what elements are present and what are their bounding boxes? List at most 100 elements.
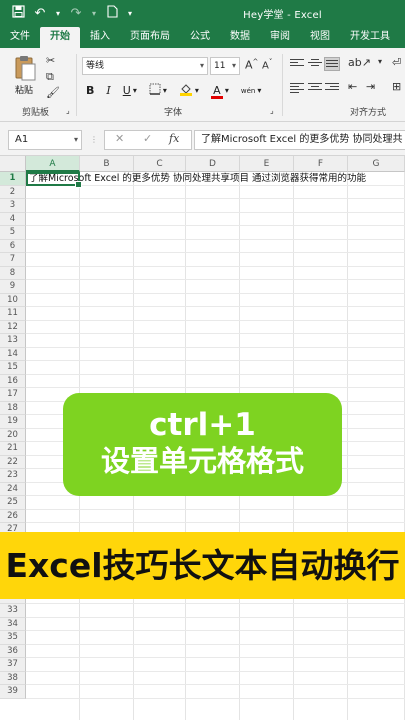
paste-icon[interactable] [14, 54, 36, 82]
merge-center-icon[interactable]: ⊞ [392, 80, 401, 93]
row-header-24[interactable]: 24 [0, 482, 26, 496]
insert-function-icon[interactable]: fx [169, 132, 179, 145]
row-header-15[interactable]: 15 [0, 361, 26, 375]
customize-toolbar-icon[interactable]: ▾ [126, 9, 134, 18]
grow-font-icon[interactable]: A^ [245, 58, 258, 72]
align-left-icon[interactable] [289, 81, 305, 95]
row-header-35[interactable]: 35 [0, 631, 26, 645]
fill-color-dropdown-icon[interactable]: ▾ [195, 86, 199, 95]
wrap-text-icon[interactable]: ⏎ [392, 56, 401, 69]
row-header-9[interactable]: 9 [0, 280, 26, 294]
row-header-25[interactable]: 25 [0, 496, 26, 510]
name-box[interactable]: A1 ▾ [8, 130, 82, 150]
row-header-11[interactable]: 11 [0, 307, 26, 321]
enter-icon[interactable]: ✓ [143, 132, 152, 145]
active-cell-a1[interactable] [26, 172, 82, 188]
decrease-indent-icon[interactable]: ⇤ [348, 80, 357, 93]
increase-indent-icon[interactable]: ⇥ [366, 80, 375, 93]
row-header-6[interactable]: 6 [0, 239, 26, 253]
row-header-4[interactable]: 4 [0, 212, 26, 226]
bold-button[interactable]: B [86, 84, 94, 97]
copy-icon[interactable]: ⧉ [46, 70, 54, 84]
cancel-icon[interactable]: ✕ [115, 132, 124, 145]
tab-review[interactable]: 审阅 [260, 31, 300, 48]
row-header-20[interactable]: 20 [0, 428, 26, 442]
column-header-f[interactable]: F [294, 156, 348, 172]
column-header-c[interactable]: C [134, 156, 186, 172]
row-header-13[interactable]: 13 [0, 334, 26, 348]
fill-color-icon[interactable] [179, 82, 193, 99]
borders-dropdown-icon[interactable]: ▾ [163, 86, 167, 95]
row-header-22[interactable]: 22 [0, 455, 26, 469]
italic-button[interactable]: I [106, 84, 110, 97]
tab-file[interactable]: 文件 [0, 31, 40, 48]
tab-data[interactable]: 数据 [220, 31, 260, 48]
font-size-select[interactable]: 11 ▾ [210, 57, 240, 75]
underline-button[interactable]: U [123, 84, 131, 97]
align-bottom-icon[interactable] [324, 57, 340, 71]
row-header-33[interactable]: 33 [0, 604, 26, 618]
tab-formulas[interactable]: 公式 [180, 31, 220, 48]
row-gridline [26, 360, 405, 361]
row-header-38[interactable]: 38 [0, 671, 26, 685]
ribbon-home: 粘贴 ✂ ⧉ 🖌 剪贴板 ⌟ 等线 ▾ 11 ▾ A^ A˅ B I U ▾ ▾… [0, 48, 405, 122]
row-header-1[interactable]: 1 [0, 172, 26, 186]
row-header-8[interactable]: 8 [0, 266, 26, 280]
align-center-icon[interactable] [307, 81, 323, 95]
font-launcher-icon[interactable]: ⌟ [270, 106, 274, 115]
row-header-18[interactable]: 18 [0, 401, 26, 415]
row-header-3[interactable]: 3 [0, 199, 26, 213]
font-name-select[interactable]: 等线 ▾ [82, 57, 208, 75]
tab-view[interactable]: 视图 [300, 31, 340, 48]
row-header-19[interactable]: 19 [0, 415, 26, 429]
phonetic-guide-icon[interactable]: wén [241, 87, 255, 95]
shrink-font-icon[interactable]: A˅ [262, 58, 272, 71]
tab-insert[interactable]: 插入 [80, 31, 120, 48]
underline-dropdown-icon[interactable]: ▾ [133, 86, 137, 95]
undo-icon[interactable]: ↶ [32, 6, 48, 21]
row-header-34[interactable]: 34 [0, 617, 26, 631]
redo-dropdown-icon[interactable]: ▾ [90, 9, 98, 18]
tab-developer[interactable]: 开发工具 [340, 31, 400, 48]
clipboard-launcher-icon[interactable]: ⌟ [66, 106, 70, 115]
align-top-icon[interactable] [289, 57, 305, 71]
row-header-36[interactable]: 36 [0, 644, 26, 658]
paste-button[interactable]: 粘贴 [15, 83, 33, 96]
row-header-7[interactable]: 7 [0, 253, 26, 267]
align-middle-icon[interactable] [307, 57, 323, 71]
phonetic-dropdown-icon[interactable]: ▾ [257, 86, 261, 95]
row-header-14[interactable]: 14 [0, 347, 26, 361]
select-all-corner[interactable] [0, 156, 26, 172]
row-header-23[interactable]: 23 [0, 469, 26, 483]
column-header-b[interactable]: B [80, 156, 134, 172]
undo-dropdown-icon[interactable]: ▾ [54, 9, 62, 18]
column-header-d[interactable]: D [186, 156, 240, 172]
tab-home[interactable]: 开始 [40, 27, 80, 48]
format-painter-icon[interactable]: 🖌 [46, 86, 60, 99]
row-header-21[interactable]: 21 [0, 442, 26, 456]
row-header-17[interactable]: 17 [0, 388, 26, 402]
row-header-16[interactable]: 16 [0, 374, 26, 388]
font-color-dropdown-icon[interactable]: ▾ [225, 86, 229, 95]
column-header-g[interactable]: G [348, 156, 405, 172]
row-header-10[interactable]: 10 [0, 293, 26, 307]
orientation-dropdown-icon[interactable]: ▾ [378, 57, 382, 66]
row-header-26[interactable]: 26 [0, 509, 26, 523]
redo-icon[interactable]: ↷ [68, 6, 84, 21]
row-header-37[interactable]: 37 [0, 658, 26, 672]
row-header-2[interactable]: 2 [0, 185, 26, 199]
orientation-icon[interactable]: ab↗ [348, 56, 371, 69]
tab-page-layout[interactable]: 页面布局 [120, 31, 180, 48]
column-header-a[interactable]: A [26, 156, 80, 172]
save-icon[interactable] [10, 4, 26, 22]
column-header-e[interactable]: E [240, 156, 294, 172]
row-header-12[interactable]: 12 [0, 320, 26, 334]
font-color-icon[interactable]: A [210, 84, 223, 99]
borders-icon[interactable] [149, 83, 161, 98]
new-file-icon[interactable] [104, 4, 120, 22]
align-right-icon[interactable] [324, 81, 340, 95]
formula-input[interactable]: 了解Microsoft Excel 的更多优势 协同处理共 [194, 130, 405, 150]
row-header-39[interactable]: 39 [0, 685, 26, 699]
cut-icon[interactable]: ✂ [46, 54, 55, 67]
row-header-5[interactable]: 5 [0, 226, 26, 240]
